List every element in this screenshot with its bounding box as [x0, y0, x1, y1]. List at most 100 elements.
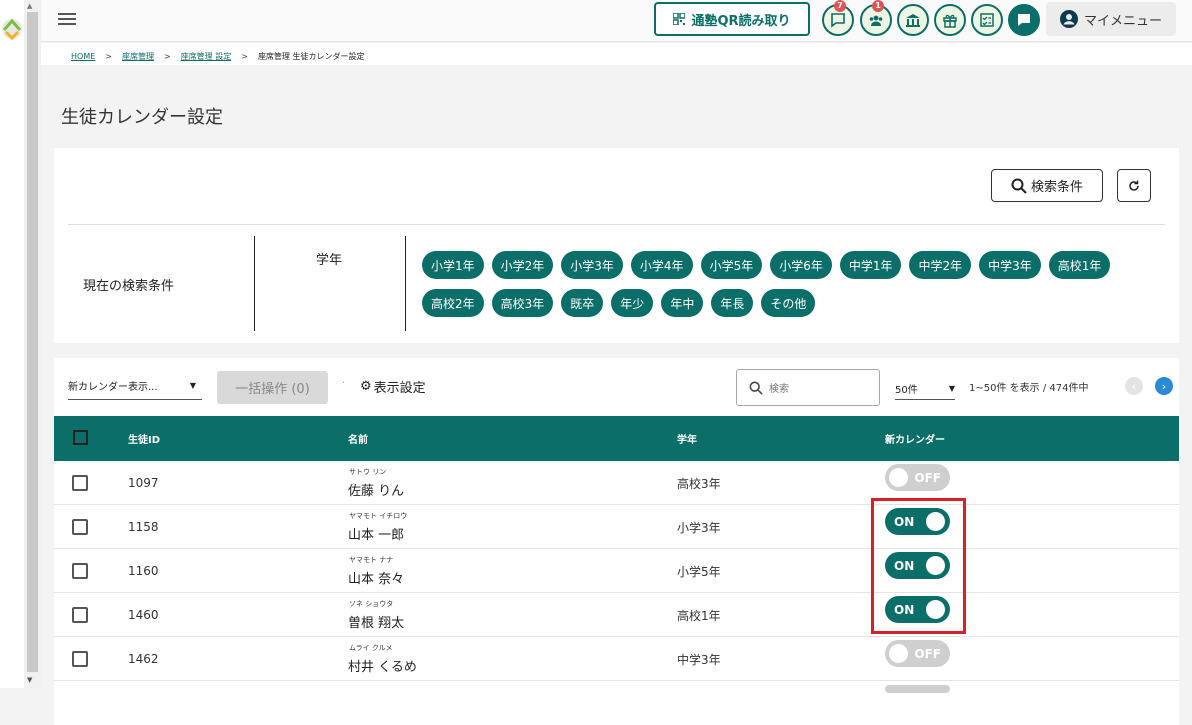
student-name: 山本 奈々: [348, 572, 405, 587]
grade-chip: 既卒: [561, 289, 604, 317]
refresh-icon: [1129, 180, 1139, 191]
breadcrumb-chevron-icon: >: [163, 52, 171, 61]
breadcrumb-home[interactable]: HOME: [71, 52, 95, 61]
per-page-value: 50件: [895, 385, 918, 396]
search-icon: [1011, 178, 1027, 194]
app-rail: [0, 0, 24, 688]
caret-down-icon: ▼: [189, 381, 196, 390]
gift-button[interactable]: [934, 4, 966, 36]
chat-bubble-icon: [831, 13, 845, 28]
student-id: 1462: [128, 652, 159, 666]
table-row: 1462 ムライ クルメ 村井 くるめ 中学3年 OFF: [54, 637, 1179, 681]
search-conditions-card: 検索条件 現在の検索条件 学年 小学1年 小学2年 小学3年 小学4年 小学5年…: [54, 148, 1179, 343]
search-conditions-button[interactable]: 検索条件: [991, 169, 1103, 202]
header-student-id[interactable]: 生徒ID: [128, 431, 160, 446]
chat-button[interactable]: [1008, 4, 1040, 36]
name-kana: ヤマモト ナナ: [349, 556, 394, 564]
table-header: 生徒ID 名前 学年 新カレンダー: [54, 416, 1179, 461]
reset-button[interactable]: [1117, 169, 1151, 202]
gear-icon: ⚙: [360, 379, 372, 394]
per-page-select[interactable]: 50件 ▼: [895, 378, 955, 400]
grade-chip: 中学2年: [909, 251, 972, 279]
scroll-down-arrow-icon[interactable]: ▼: [27, 676, 32, 684]
new-calendar-toggle[interactable]: OFF: [885, 464, 950, 491]
divider: [68, 224, 1165, 225]
caret-down-icon: ▼: [948, 384, 955, 393]
my-menu-label: マイメニュー: [1083, 13, 1162, 29]
page-title: 生徒カレンダー設定: [61, 107, 223, 128]
current-conditions-label: 現在の検索条件: [83, 279, 175, 294]
school-button[interactable]: [897, 4, 929, 36]
scrollbar-thumb[interactable]: [27, 12, 38, 672]
student-name: 佐藤 りん: [348, 484, 405, 499]
qr-scan-label: 通塾QR読み取り: [691, 13, 791, 29]
toggle-knob: [889, 468, 908, 487]
grade-chip: 高校3年: [491, 289, 554, 317]
pagination-range: 1~50件 を表示 / 474件中: [969, 383, 1089, 394]
grade-chip: 中学1年: [839, 251, 902, 279]
new-calendar-toggle[interactable]: OFF: [885, 640, 950, 667]
table-row: 1158 ヤマモト イチロウ 山本 一郎 小学3年 ON: [54, 505, 1179, 549]
search-icon: [749, 381, 763, 395]
row-checkbox[interactable]: [72, 607, 88, 623]
toggle-label: OFF: [914, 470, 941, 485]
breadcrumb-chevron-icon: >: [105, 52, 112, 61]
header-grade[interactable]: 学年: [677, 431, 697, 446]
student-grade: 高校3年: [677, 477, 721, 491]
grade-chip: 小学2年: [491, 251, 554, 279]
calendar-view-select[interactable]: 新カレンダー表示... ▼: [68, 372, 202, 400]
grade-chips: 小学1年 小学2年 小学3年 小学4年 小学5年 小学6年 中学1年 中学2年 …: [422, 251, 1142, 317]
new-calendar-toggle[interactable]: [885, 685, 950, 693]
app-logo: [2, 18, 22, 41]
header-new-calendar[interactable]: 新カレンダー: [885, 431, 945, 446]
qr-scan-button[interactable]: 通塾QR読み取り: [654, 2, 810, 36]
bulk-action-button[interactable]: 一括操作 (0): [217, 371, 328, 404]
separator-dot: ·: [342, 378, 346, 389]
grade-chip: 小学3年: [561, 251, 623, 279]
grade-chip: 高校1年: [1048, 251, 1111, 279]
grade-chip: 年少: [611, 289, 654, 317]
top-bar: 通塾QR読み取り 7 1 マイメニュー: [41, 0, 1192, 42]
name-kana: ソネ ショウタ: [349, 600, 394, 608]
report-button[interactable]: [971, 4, 1003, 36]
students-badge: 1: [872, 0, 884, 12]
student-id: 1460: [128, 608, 159, 622]
breadcrumb-current: 座席管理 生徒カレンダー設定: [257, 52, 365, 61]
messages-badge: 7: [834, 0, 846, 12]
student-id: 1160: [128, 564, 159, 578]
name-kana: ヤマモト イチロウ: [349, 512, 408, 520]
breadcrumb-seat-management[interactable]: 座席管理: [122, 51, 154, 62]
grade-chip: その他: [761, 289, 816, 317]
my-menu-button[interactable]: マイメニュー: [1046, 2, 1176, 36]
divider: [405, 236, 406, 331]
prev-page-button[interactable]: ‹: [1125, 377, 1143, 395]
table-row: 1160 ヤマモト ナナ 山本 奈々 小学5年 ON: [54, 549, 1179, 593]
checklist-icon: [980, 13, 994, 27]
breadcrumb-seat-settings[interactable]: 座席管理 設定: [181, 51, 232, 62]
search-input[interactable]: 検索: [736, 369, 880, 406]
display-settings-button[interactable]: ⚙ 表示設定: [360, 377, 426, 396]
row-checkbox[interactable]: [72, 651, 88, 667]
hamburger-menu-icon[interactable]: [58, 11, 76, 29]
qr-code-icon: [673, 13, 686, 25]
students-button[interactable]: 1: [860, 0, 892, 36]
header-name[interactable]: 名前: [348, 431, 368, 446]
student-list-card: 新カレンダー表示... ▼ 一括操作 (0) · ⚙ 表示設定 検索 50件 ▼…: [54, 358, 1179, 725]
next-page-button[interactable]: ›: [1155, 377, 1173, 395]
grade-chip: 年長: [711, 289, 754, 317]
highlight-box: [871, 498, 966, 634]
messages-button[interactable]: 7: [822, 0, 854, 36]
row-checkbox[interactable]: [72, 475, 88, 491]
account-circle-icon: [1059, 10, 1078, 28]
row-checkbox[interactable]: [72, 563, 88, 579]
grade-chip: 小学4年: [630, 251, 693, 279]
calendar-view-value: 新カレンダー表示...: [68, 382, 158, 393]
row-checkbox[interactable]: [72, 519, 88, 535]
student-name: 山本 一郎: [348, 528, 405, 543]
grade-label: 学年: [316, 253, 343, 268]
select-all-checkbox[interactable]: [73, 430, 88, 445]
breadcrumb: HOME > 座席管理 > 座席管理 設定 > 座席管理 生徒カレンダー設定: [71, 51, 364, 62]
grade-chip: 年中: [661, 289, 704, 317]
scroll-up-arrow-icon[interactable]: ▲: [27, 2, 32, 10]
table-row: 1097 サトウ リン 佐藤 りん 高校3年 OFF: [54, 461, 1179, 505]
